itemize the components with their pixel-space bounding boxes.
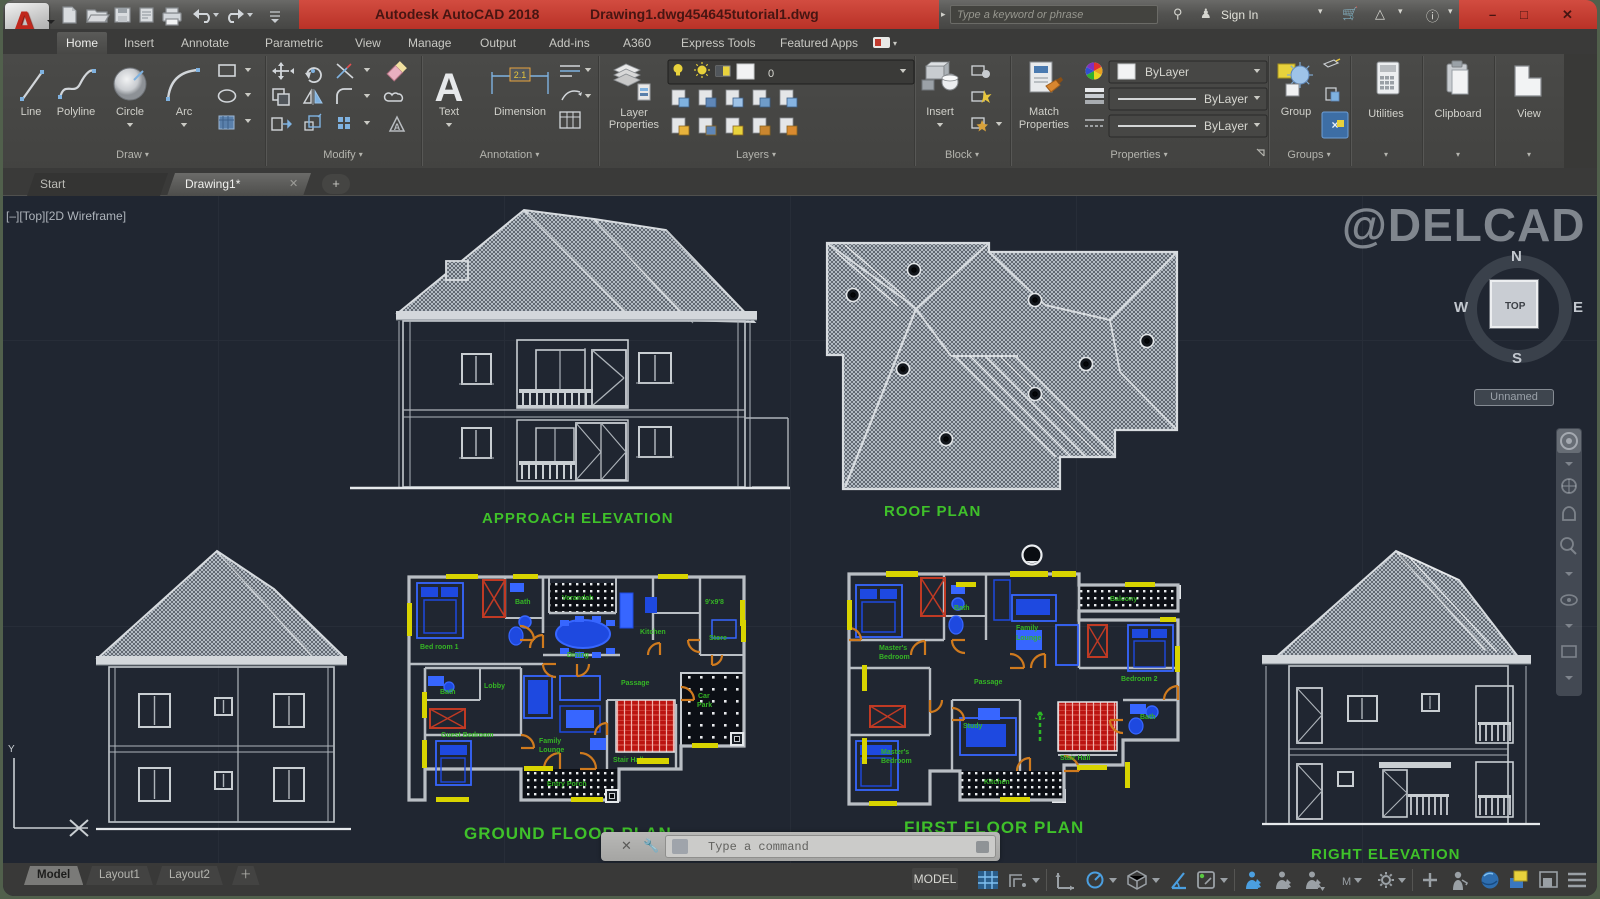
svg-text:Stair Hall: Stair Hall <box>1060 755 1090 762</box>
svg-text:Family: Family <box>1016 625 1038 632</box>
svg-text:Dining: Dining <box>567 652 589 659</box>
svg-text:Group: Group <box>1281 106 1312 118</box>
svg-text:Entry Porch: Entry Porch <box>547 781 587 788</box>
svg-text:Properties: Properties <box>1019 119 1070 131</box>
svg-text:Bedroom 2: Bedroom 2 <box>1121 676 1158 683</box>
svg-text:Insert: Insert <box>926 106 954 118</box>
svg-text:Bath: Bath <box>515 599 531 606</box>
svg-text:Park: Park <box>697 702 712 709</box>
svg-text:Passage: Passage <box>621 680 650 687</box>
svg-text:Bath: Bath <box>954 605 970 612</box>
svg-text:Line: Line <box>21 106 42 118</box>
svg-text:Arc: Arc <box>176 106 193 118</box>
svg-text:A: A <box>394 122 401 132</box>
svg-text:Circle: Circle <box>116 106 144 118</box>
svg-text:Bath: Bath <box>1140 714 1156 721</box>
svg-text:Polyline: Polyline <box>57 106 96 118</box>
svg-text:Study: Study <box>963 723 983 730</box>
svg-text:M: M <box>1342 876 1351 888</box>
svg-text:Properties: Properties <box>609 119 660 131</box>
svg-text:Bath: Bath <box>440 689 456 696</box>
svg-text:Bed room 1: Bed room 1 <box>420 644 459 651</box>
svg-text:Car: Car <box>698 693 710 700</box>
svg-text:Balcony: Balcony <box>1110 596 1137 603</box>
svg-text:Passage: Passage <box>974 679 1003 686</box>
svg-text:A: A <box>435 66 464 110</box>
svg-text:Verandah: Verandah <box>562 595 594 602</box>
svg-text:2.1: 2.1 <box>514 70 527 80</box>
svg-text:Master's: Master's <box>879 645 907 652</box>
svg-text:Guest Bedroom: Guest Bedroom <box>441 732 494 739</box>
svg-text:Dimension: Dimension <box>494 106 546 118</box>
svg-text:Bedroom: Bedroom <box>881 758 912 765</box>
svg-text:Kitchen: Kitchen <box>640 629 666 636</box>
svg-text:Y: Y <box>8 744 15 755</box>
svg-text:Layer: Layer <box>620 107 648 119</box>
svg-text:0: 0 <box>768 68 774 80</box>
svg-text:Bedroom: Bedroom <box>879 654 910 661</box>
svg-text:Text: Text <box>439 106 459 118</box>
svg-text:9'x9'8: 9'x9'8 <box>705 599 724 606</box>
svg-text:Match: Match <box>1029 106 1059 118</box>
svg-text:ByLayer: ByLayer <box>1145 65 1189 79</box>
svg-text:Store: Store <box>709 635 727 642</box>
svg-text:Lobby: Lobby <box>484 683 505 690</box>
svg-text:ByLayer: ByLayer <box>1204 92 1248 106</box>
svg-text:Lounge: Lounge <box>1016 635 1041 642</box>
svg-text:Master's: Master's <box>881 749 909 756</box>
svg-text:Family: Family <box>539 738 561 745</box>
svg-text:Kitchen: Kitchen <box>984 779 1010 786</box>
svg-text:ByLayer: ByLayer <box>1204 119 1248 133</box>
svg-text:Lounge: Lounge <box>539 747 564 754</box>
